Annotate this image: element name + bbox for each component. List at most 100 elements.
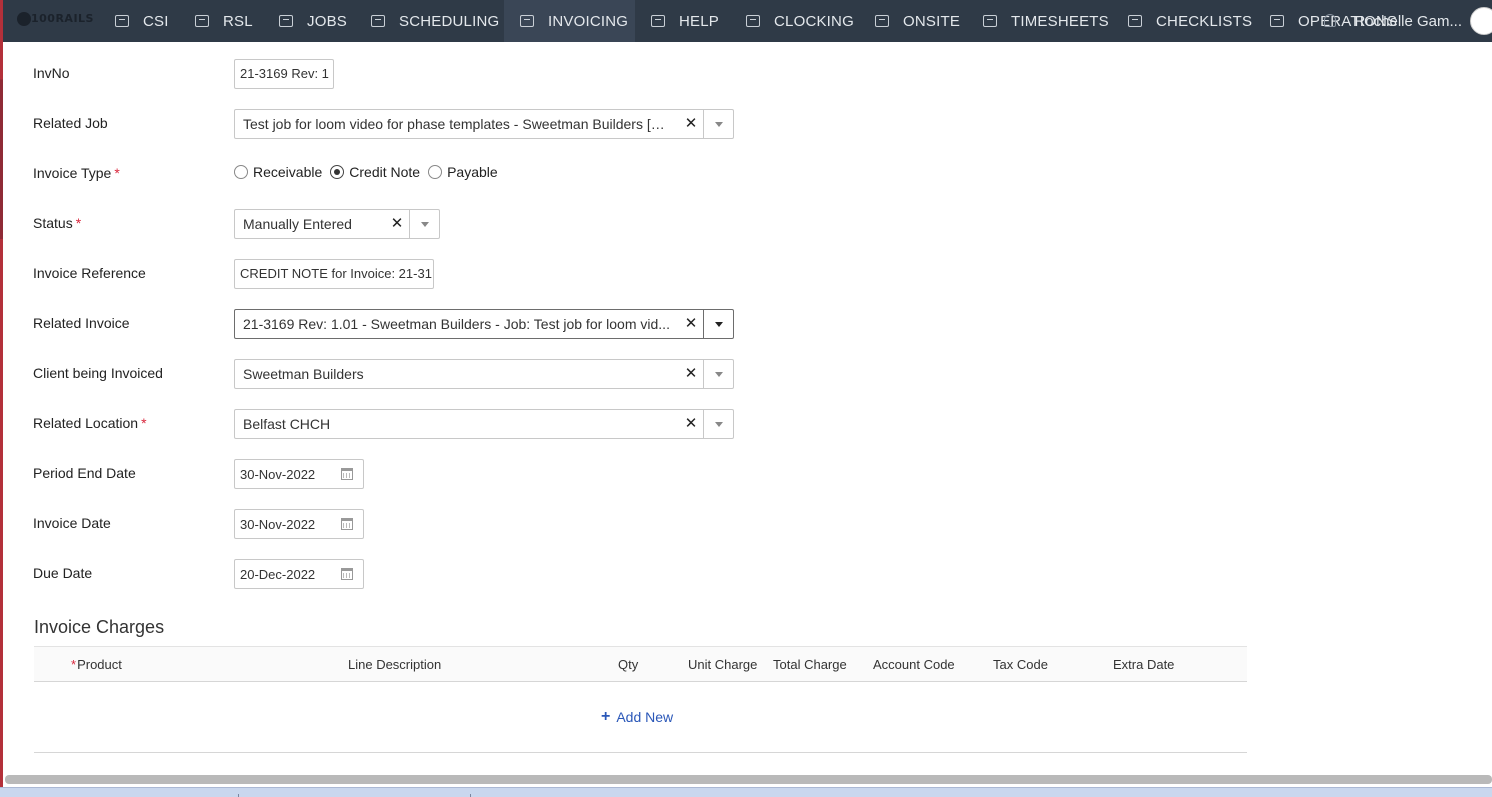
dropdown-button[interactable] (703, 110, 733, 138)
logo-icon (17, 12, 31, 26)
monitor-icon (983, 15, 997, 27)
related-invoice-label: Related Invoice (33, 315, 130, 331)
chevron-down-icon (714, 321, 723, 327)
nav-item-label: JOBS (307, 12, 347, 30)
gear-icon (115, 15, 129, 27)
nav-item-label: CLOCKING (774, 12, 854, 30)
status-combobox[interactable]: Manually Entered ✕ (234, 209, 440, 239)
calendar-icon[interactable] (341, 568, 353, 580)
nav-item-timesheets[interactable]: TIMESHEETS (983, 0, 1109, 42)
due-date-picker[interactable]: 20-Dec-2022 (234, 559, 364, 589)
column-header-total-charge[interactable]: Total Charge (773, 657, 847, 672)
notification-bell-icon[interactable] (1324, 14, 1336, 27)
horizontal-scrollbar[interactable] (5, 775, 1492, 784)
radio-label: Credit Note (349, 164, 421, 180)
period-end-date-row: Period End Date 30-Nov-2022 (33, 448, 793, 498)
radio-label: Payable (447, 164, 498, 180)
column-header-unit-charge[interactable]: Unit Charge (688, 657, 757, 672)
due-date-row: Due Date 20-Dec-2022 (33, 548, 793, 598)
nav-item-checklists[interactable]: CHECKLISTS (1128, 0, 1252, 42)
radio-receivable[interactable]: Receivable (234, 164, 322, 180)
column-header-line-description[interactable]: Line Description (348, 657, 441, 672)
calendar-icon[interactable] (341, 518, 353, 530)
help-icon (651, 15, 665, 27)
grid-header: *Product Line Description Qty Unit Charg… (34, 647, 1247, 682)
required-marker: * (75, 215, 82, 231)
related-job-combobox[interactable]: Test job for loom video for phase templa… (234, 109, 734, 139)
dropdown-button[interactable] (703, 360, 733, 388)
nav-item-rsl[interactable]: RSL (195, 0, 253, 42)
related-job-row: Related Job Test job for loom video for … (33, 98, 793, 148)
clear-icon[interactable]: ✕ (679, 110, 703, 138)
related-invoice-value: 21-3169 Rev: 1.01 - Sweetman Builders - … (243, 316, 670, 332)
radio-label: Receivable (253, 164, 323, 180)
column-header-extra-date[interactable]: Extra Date (1113, 657, 1174, 672)
nav-item-jobs[interactable]: JOBS (279, 0, 347, 42)
period-end-date-picker[interactable]: 30-Nov-2022 (234, 459, 364, 489)
invoice-type-radio-group: Receivable Credit Note Payable (234, 157, 506, 187)
nav-item-onsite[interactable]: ONSITE (875, 0, 960, 42)
user-menu[interactable]: Rochelle Gam... (1354, 0, 1492, 42)
clear-icon[interactable]: ✕ (679, 360, 703, 388)
invoice-type-label-text: Invoice Type (33, 165, 112, 181)
column-header-tax-code[interactable]: Tax Code (993, 657, 1048, 672)
invoice-charges-grid: *Product Line Description Qty Unit Charg… (34, 646, 1247, 753)
radio-payable[interactable]: Payable (428, 164, 498, 180)
nav-item-label: INVOICING (548, 12, 629, 30)
radio-button[interactable] (428, 165, 443, 179)
related-location-label-text: Related Location (33, 415, 139, 431)
nav-item-help[interactable]: HELP (651, 0, 719, 42)
dropdown-button[interactable] (703, 410, 733, 438)
related-job-value: Test job for loom video for phase templa… (243, 116, 672, 132)
due-date-value[interactable]: 20-Dec-2022 (235, 567, 341, 582)
plus-icon: + (601, 708, 611, 725)
clear-icon[interactable]: ✕ (679, 310, 703, 338)
radio-button[interactable] (330, 165, 345, 179)
clear-icon[interactable]: ✕ (385, 210, 409, 238)
invno-row: InvNo 21-3169 Rev: 1 (33, 48, 793, 98)
calendar-icon[interactable] (341, 468, 353, 480)
nav-item-label: CHECKLISTS (1156, 12, 1253, 30)
client-label: Client being Invoiced (33, 365, 163, 381)
nav-item-clocking[interactable]: CLOCKING (746, 0, 854, 42)
clear-icon[interactable]: ✕ (679, 410, 703, 438)
invoice-charges-title: Invoice Charges (34, 617, 165, 637)
window-edge (0, 0, 3, 797)
column-header-qty[interactable]: Qty (618, 657, 638, 672)
client-combobox[interactable]: Sweetman Builders ✕ (234, 359, 734, 389)
monitor-icon (279, 15, 293, 27)
nav-item-label: ONSITE (903, 12, 961, 30)
radio-button[interactable] (234, 165, 248, 179)
period-end-date-value[interactable]: 30-Nov-2022 (235, 467, 341, 482)
nav-item-label: TIMESHEETS (1011, 12, 1109, 30)
radio-credit-note[interactable]: Credit Note (330, 164, 420, 180)
add-new-button[interactable]: + Add New (601, 708, 673, 726)
nav-item-label: CSI (143, 12, 169, 30)
dropdown-button[interactable] (409, 210, 439, 238)
column-header-label: Product (77, 657, 122, 672)
top-navigation-bar: 100RAILS CSI RSL JOBS SCHEDULING INVOICI… (3, 0, 1492, 42)
nav-item-invoicing[interactable]: INVOICING (504, 0, 635, 42)
app-logo[interactable]: 100RAILS (17, 8, 93, 32)
avatar[interactable] (1470, 7, 1492, 35)
nav-item-scheduling[interactable]: SCHEDULING (371, 0, 499, 42)
related-invoice-row: Related Invoice 21-3169 Rev: 1.01 - Swee… (33, 298, 793, 348)
bottom-strip (0, 787, 1492, 797)
invoice-type-row: Invoice Type * Receivable Credit Note Pay… (33, 148, 793, 198)
related-location-combobox[interactable]: Belfast CHCH ✕ (234, 409, 734, 439)
chevron-down-icon (714, 421, 723, 427)
dropdown-button[interactable] (703, 310, 733, 338)
invoice-date-label: Invoice Date (33, 515, 111, 531)
nav-item-csi[interactable]: CSI (115, 0, 169, 42)
column-header-product[interactable]: *Product (71, 657, 122, 672)
monitor-icon (371, 15, 385, 27)
invoice-date-value[interactable]: 30-Nov-2022 (235, 517, 341, 532)
chevron-down-icon (420, 221, 429, 227)
invno-input[interactable]: 21-3169 Rev: 1 (234, 59, 334, 89)
invoice-icon (520, 15, 534, 27)
invoice-reference-input[interactable]: CREDIT NOTE for Invoice: 21-31 (234, 259, 434, 289)
column-header-account-code[interactable]: Account Code (873, 657, 955, 672)
invoice-date-picker[interactable]: 30-Nov-2022 (234, 509, 364, 539)
nav-item-label: RSL (223, 12, 253, 30)
related-invoice-combobox[interactable]: 21-3169 Rev: 1.01 - Sweetman Builders - … (234, 309, 734, 339)
